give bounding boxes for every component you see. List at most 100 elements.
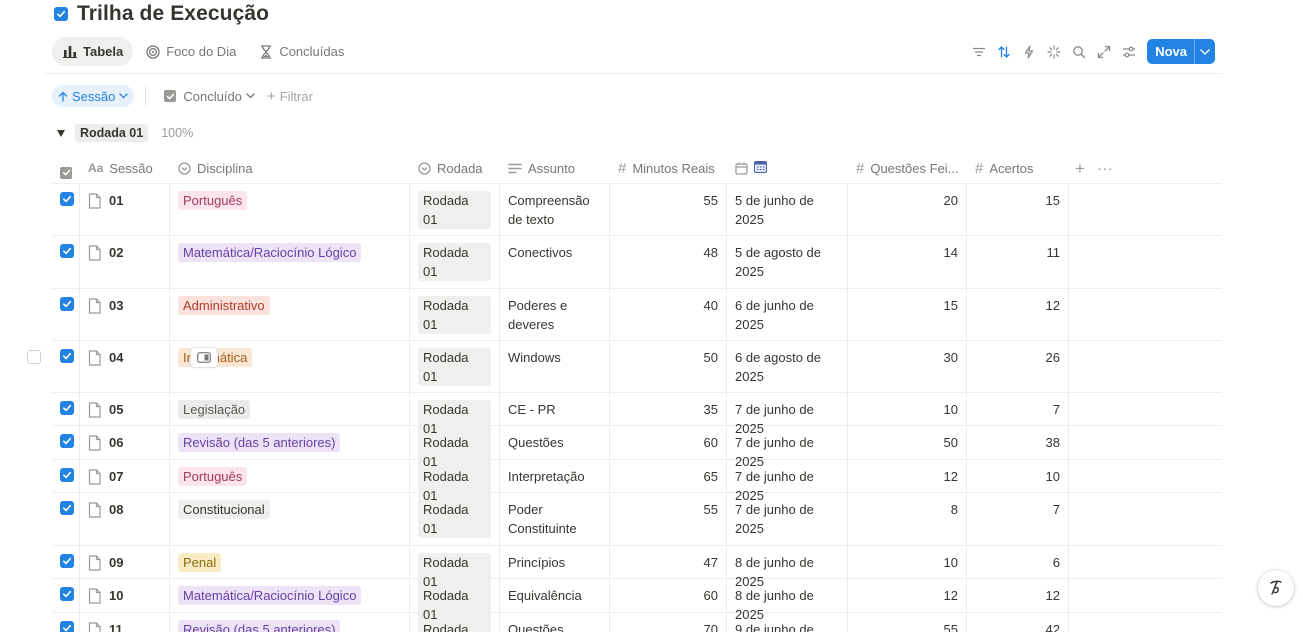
- data-cell[interactable]: 7 de junho de 2025: [727, 460, 848, 503]
- disciplina-cell[interactable]: Administrativo: [170, 289, 410, 340]
- data-cell[interactable]: 8 de junho de 2025: [727, 579, 848, 622]
- table-row[interactable]: 11 Revisão (das 5 anteriores) Rodada 01 …: [52, 613, 1222, 632]
- rodada-cell[interactable]: Rodada 01: [410, 613, 500, 632]
- sessao-cell[interactable]: 05: [80, 393, 170, 425]
- search-icon[interactable]: [1066, 39, 1091, 64]
- questoes-cell[interactable]: 50: [848, 426, 967, 459]
- acertos-cell[interactable]: 12: [967, 289, 1069, 340]
- rodada-cell[interactable]: Rodada 01: [410, 184, 500, 235]
- checked-checkbox-icon[interactable]: [60, 621, 74, 632]
- table-row[interactable]: 03 Administrativo Rodada 01 Poderes e de…: [52, 289, 1222, 341]
- minutos-cell[interactable]: 35: [610, 393, 727, 425]
- checked-checkbox-icon[interactable]: [60, 244, 74, 258]
- checked-checkbox-icon[interactable]: [60, 297, 74, 311]
- acertos-cell[interactable]: 7: [967, 493, 1069, 545]
- sessao-cell[interactable]: 02: [80, 236, 170, 288]
- table-row[interactable]: 10 Matemática/Raciocínio Lógico Rodada 0…: [52, 579, 1222, 624]
- checked-checkbox-icon[interactable]: [60, 587, 74, 601]
- column-header-sessao[interactable]: Aa Sessão: [80, 153, 170, 183]
- column-header-minutos[interactable]: # Minutos Reais: [610, 153, 727, 183]
- tab-foco-do-dia[interactable]: Foco do Dia: [135, 37, 246, 66]
- questoes-cell[interactable]: 55: [848, 613, 967, 632]
- sessao-cell[interactable]: 08: [80, 493, 170, 545]
- disciplina-cell[interactable]: Legislação: [170, 393, 410, 425]
- acertos-cell[interactable]: 26: [967, 341, 1069, 392]
- questoes-cell[interactable]: 20: [848, 184, 967, 235]
- checked-checkbox-icon[interactable]: [60, 554, 74, 568]
- row-checkbox-cell[interactable]: [52, 493, 80, 545]
- disciplina-cell[interactable]: Português: [170, 184, 410, 235]
- add-filter-button[interactable]: + Filtrar: [261, 85, 319, 107]
- table-row[interactable]: 01 Português Rodada 01 Compreensão de te…: [52, 184, 1222, 236]
- assunto-cell[interactable]: Questões: [500, 613, 610, 632]
- data-cell[interactable]: 7 de junho de 2025: [727, 426, 848, 469]
- minutos-cell[interactable]: 60: [610, 579, 727, 612]
- ai-assistant-button[interactable]: [1258, 570, 1294, 606]
- rodada-cell[interactable]: Rodada 01: [410, 236, 500, 288]
- rodada-cell[interactable]: Rodada 01: [410, 289, 500, 340]
- acertos-cell[interactable]: 15: [967, 184, 1069, 235]
- settings-sliders-icon[interactable]: [1116, 39, 1141, 64]
- data-cell[interactable]: 9 de junho de 2025: [727, 613, 848, 632]
- sessao-cell[interactable]: 09: [80, 546, 170, 578]
- assunto-cell[interactable]: CE - PR: [500, 393, 610, 425]
- assunto-cell[interactable]: Compreensão de texto: [500, 184, 610, 235]
- rodada-cell[interactable]: Rodada 01: [410, 493, 500, 545]
- assunto-cell[interactable]: Poderes e deveres: [500, 289, 610, 340]
- data-cell[interactable]: 6 de agosto de 2025: [727, 341, 848, 392]
- rodada-cell[interactable]: Rodada 01: [410, 546, 500, 591]
- acertos-cell[interactable]: 10: [967, 460, 1069, 492]
- row-checkbox-cell[interactable]: [52, 341, 80, 392]
- row-checkbox-cell[interactable]: [52, 546, 80, 578]
- minutos-cell[interactable]: 55: [610, 184, 727, 235]
- row-checkbox-cell[interactable]: [52, 236, 80, 288]
- row-select-checkbox[interactable]: [27, 350, 41, 364]
- table-row[interactable]: 08 Constitucional Rodada 01 Poder Consti…: [52, 493, 1222, 546]
- minutos-cell[interactable]: 50: [610, 341, 727, 392]
- minutos-cell[interactable]: 47: [610, 546, 727, 578]
- sessao-cell[interactable]: 10: [80, 579, 170, 612]
- row-checkbox-cell[interactable]: [52, 184, 80, 235]
- disciplina-cell[interactable]: Matemática/Raciocínio Lógico: [170, 236, 410, 288]
- collapse-triangle-icon[interactable]: [57, 129, 65, 137]
- table-row[interactable]: 04 Informática Rodada 01 Windows 50 6 de…: [27, 341, 1222, 393]
- checked-checkbox-icon[interactable]: [60, 349, 74, 363]
- checked-checkbox-icon[interactable]: [60, 501, 74, 515]
- expand-icon[interactable]: [1091, 39, 1116, 64]
- disciplina-cell[interactable]: Revisão (das 5 anteriores): [170, 426, 410, 459]
- table-row[interactable]: 06 Revisão (das 5 anteriores) Rodada 01 …: [52, 426, 1222, 471]
- questoes-cell[interactable]: 8: [848, 493, 967, 545]
- table-row[interactable]: 02 Matemática/Raciocínio Lógico Rodada 0…: [52, 236, 1222, 289]
- checked-checkbox-icon[interactable]: [60, 468, 74, 482]
- tab-tabela[interactable]: Tabela: [52, 37, 134, 66]
- rodada-cell[interactable]: Rodada 01: [410, 460, 500, 505]
- data-cell[interactable]: 6 de junho de 2025: [727, 289, 848, 340]
- sort-icon[interactable]: [991, 39, 1016, 64]
- sort-chip[interactable]: Sessão: [52, 85, 135, 107]
- filter-icon[interactable]: [966, 39, 991, 64]
- questoes-cell[interactable]: 12: [848, 460, 967, 492]
- acertos-cell[interactable]: 6: [967, 546, 1069, 578]
- group-header[interactable]: Rodada 01 100%: [57, 123, 193, 143]
- new-button[interactable]: Nova: [1147, 39, 1215, 64]
- checked-checkbox-icon[interactable]: [60, 434, 74, 448]
- questoes-cell[interactable]: 14: [848, 236, 967, 288]
- row-checkbox-cell[interactable]: [52, 289, 80, 340]
- sessao-cell[interactable]: 07: [80, 460, 170, 492]
- column-header-acertos[interactable]: # Acertos: [967, 153, 1069, 183]
- rodada-cell[interactable]: Rodada 01: [410, 393, 500, 438]
- row-checkbox-cell[interactable]: [52, 393, 80, 425]
- sessao-cell[interactable]: 03: [80, 289, 170, 340]
- column-header-rodada[interactable]: Rodada: [410, 153, 500, 183]
- table-row[interactable]: 09 Penal Rodada 01 Princípios 47 8 de ju…: [52, 546, 1222, 591]
- data-cell[interactable]: 8 de junho de 2025: [727, 546, 848, 589]
- assunto-cell[interactable]: Poder Constituinte: [500, 493, 610, 545]
- questoes-cell[interactable]: 30: [848, 341, 967, 392]
- assunto-cell[interactable]: Interpretação: [500, 460, 610, 492]
- select-all-checkbox[interactable]: [52, 153, 80, 183]
- data-cell[interactable]: 5 de junho de 2025: [727, 184, 848, 235]
- minutos-cell[interactable]: 65: [610, 460, 727, 492]
- minutos-cell[interactable]: 40: [610, 289, 727, 340]
- acertos-cell[interactable]: 38: [967, 426, 1069, 459]
- chevron-down-icon[interactable]: [1194, 39, 1215, 64]
